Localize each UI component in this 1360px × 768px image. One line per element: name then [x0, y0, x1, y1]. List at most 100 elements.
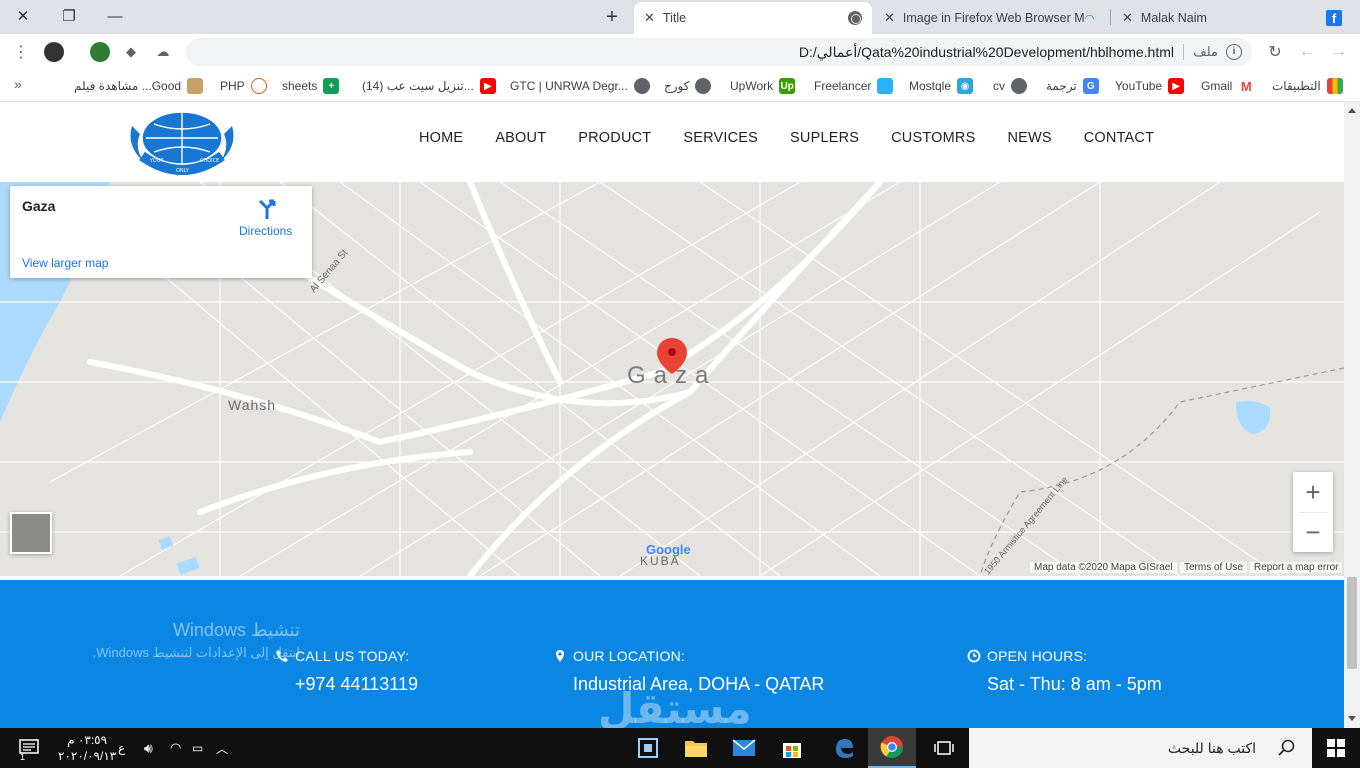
volume-icon[interactable]: 🔊︎	[144, 728, 153, 768]
restore-window-icon[interactable]: ❐	[46, 0, 92, 32]
phone-icon	[276, 650, 288, 662]
bookmark-gtc[interactable]: GTC | UNRWA Degr...	[510, 76, 650, 96]
nav-about[interactable]: ABOUT	[479, 130, 562, 146]
gmail-icon: M	[1238, 78, 1255, 94]
nav-contact[interactable]: CONTACT	[1068, 130, 1170, 146]
input-language[interactable]: ع	[118, 728, 125, 768]
store-app-icon[interactable]	[624, 728, 672, 768]
nav-customers[interactable]: CUSTOMRS	[875, 130, 991, 146]
profile-avatar[interactable]	[44, 42, 64, 62]
mostaql-watermark: مستقل	[598, 685, 752, 728]
chrome-browser-icon[interactable]	[868, 728, 916, 768]
nav-product[interactable]: PRODUCT	[562, 130, 667, 146]
bookmark-mostqle[interactable]: Mostqle ◉	[909, 76, 974, 96]
clock-time: ٠٣:٥٩ م	[67, 733, 108, 747]
address-bar[interactable]: D:/أعمالي/Qata%20industrial%20Developmen…	[186, 38, 1252, 66]
tray-expand-icon[interactable]: ︿	[216, 728, 228, 768]
bookmark-youtube-download[interactable]: (14) تنزيل سيت عب... ▶	[362, 76, 496, 96]
call-number[interactable]: +974 44113119	[295, 674, 418, 695]
reload-icon[interactable]: ↻	[1262, 40, 1288, 64]
browser-tab-strip: ✕ ❐ — + ✕ Title ✕ Image in Firefox Web B…	[0, 0, 1360, 34]
file-explorer-icon[interactable]	[672, 728, 720, 768]
satellite-toggle-thumbnail[interactable]	[10, 512, 52, 554]
logo-word: ONLY	[176, 168, 190, 174]
call-title: CALL US TODAY:	[295, 648, 410, 664]
search-icon	[1278, 739, 1295, 756]
bookmark-php[interactable]: PHP	[220, 76, 267, 96]
extension-icon[interactable]	[90, 42, 110, 62]
view-larger-map-link[interactable]: View larger map	[22, 256, 108, 270]
terms-of-use-link[interactable]: Terms of Use	[1180, 562, 1247, 573]
battery-icon[interactable]: ▭	[192, 728, 203, 768]
tab-label: Title	[662, 11, 687, 25]
globe-icon	[848, 11, 862, 25]
mostaql-icon: ◉	[957, 78, 974, 94]
bookmark-film[interactable]: مشاهدة فيلم ...Good	[74, 76, 204, 96]
mail-app-icon[interactable]	[720, 728, 768, 768]
nav-home[interactable]: HOME	[403, 130, 479, 146]
tab-close-icon[interactable]: ✕	[1122, 10, 1133, 26]
task-view-icon[interactable]	[920, 728, 968, 768]
php-icon	[250, 78, 267, 94]
info-icon[interactable]: i	[1226, 44, 1242, 60]
bookmark-translate[interactable]: ترجمة G	[1046, 76, 1099, 96]
file-scheme-label: ملف	[1193, 44, 1218, 59]
directions-icon[interactable]	[256, 198, 278, 220]
taskbar-search-box[interactable]: اكتب هنا للبحث	[969, 728, 1312, 768]
hours-value: Sat - Thu: 8 am - 5pm	[987, 674, 1162, 694]
tab-close-icon[interactable]: ✕	[644, 10, 655, 26]
page-scrollbar[interactable]	[1344, 102, 1360, 728]
extension-cloud-icon[interactable]: ☁	[150, 40, 176, 64]
taskbar-clock[interactable]: ٠٣:٥٩ م ٢٠٢٠/٠٩/١٣	[58, 732, 116, 764]
map-zoom-control: + −	[1293, 472, 1333, 552]
bookmark-freelancer[interactable]: Freelancer	[814, 76, 894, 96]
logo-word: YOUR	[149, 158, 164, 164]
tab-label: Image in Firefox Web Browser M	[902, 11, 1085, 25]
close-window-icon[interactable]: ✕	[0, 0, 46, 32]
wifi-icon[interactable]: ◠	[170, 728, 181, 768]
report-map-error-link[interactable]: Report a map error	[1250, 562, 1343, 573]
minimize-window-icon[interactable]: —	[92, 0, 138, 32]
zoom-in-button[interactable]: +	[1293, 472, 1333, 512]
tab-malak-naim[interactable]: ✕ Malak Naim f	[1112, 2, 1352, 34]
extension-puzzle-icon[interactable]: ◆	[118, 40, 144, 64]
location-pin-icon	[556, 650, 564, 662]
nav-suppliers[interactable]: SUPLERS	[774, 130, 875, 146]
bookmark-sheets[interactable]: sheets +	[282, 76, 340, 96]
url-text: D:/أعمالي/Qata%20industrial%20Developmen…	[798, 44, 1174, 60]
bookmark-gmail[interactable]: Gmail M	[1201, 76, 1255, 96]
windows-start-button[interactable]	[1312, 728, 1360, 768]
bookmark-upwork[interactable]: UpWork Up	[730, 76, 796, 96]
company-logo: YOUR ONLY CHOICE	[130, 111, 234, 175]
zoom-out-button[interactable]: −	[1293, 512, 1333, 552]
loading-icon: ◠	[1084, 12, 1095, 25]
bookmark-corg[interactable]: كورج	[664, 76, 712, 96]
place-name: Gaza	[22, 198, 56, 214]
tab-title[interactable]: ✕ Title	[634, 2, 872, 34]
map-label-wahsh: Wahsh	[228, 397, 277, 413]
contact-footer: تنشيط Windows انتقل إلى الإعدادات لتنشيط…	[0, 576, 1344, 728]
google-map[interactable]: Gaza Wahsh KUBA Al Senaa St 1950 Armisti…	[0, 182, 1344, 576]
footer-hours: OPEN HOURS: Sat - Thu: 8 am - 5pm	[967, 648, 1162, 695]
logo-word: CHOICE	[200, 158, 219, 164]
edge-browser-icon[interactable]	[820, 728, 868, 768]
bookmarks-overflow-icon[interactable]: »	[14, 76, 22, 92]
back-arrow-icon[interactable]: ←	[1294, 40, 1320, 64]
bookmark-apps[interactable]: التطبيقات	[1272, 76, 1343, 96]
browser-toolbar: ⋮ ◆ ☁ ☆ D:/أعمالي/Qata%20industrial%20De…	[0, 34, 1360, 70]
ms-store-icon[interactable]	[768, 728, 816, 768]
new-tab-button[interactable]: +	[598, 6, 626, 28]
forward-arrow-icon[interactable]: →	[1326, 40, 1352, 64]
bookmark-youtube[interactable]: YouTube ▶	[1115, 76, 1185, 96]
google-logo: Google	[646, 542, 691, 557]
bookmark-cv[interactable]: cv	[993, 76, 1027, 96]
nav-news[interactable]: NEWS	[991, 130, 1067, 146]
footer-call: CALL US TODAY: +974 44113119	[276, 648, 418, 695]
globe-icon	[1011, 78, 1027, 94]
tab-firefox-image[interactable]: ✕ Image in Firefox Web Browser M ◠	[874, 2, 1104, 34]
menu-icon[interactable]: ⋮	[8, 40, 34, 64]
nav-services[interactable]: SERVICES	[667, 130, 774, 146]
tab-close-icon[interactable]: ✕	[884, 10, 895, 26]
activate-windows-watermark: تنشيط Windows انتقل إلى الإعدادات لتنشيط…	[92, 620, 300, 660]
directions-link[interactable]: Directions	[239, 224, 292, 238]
